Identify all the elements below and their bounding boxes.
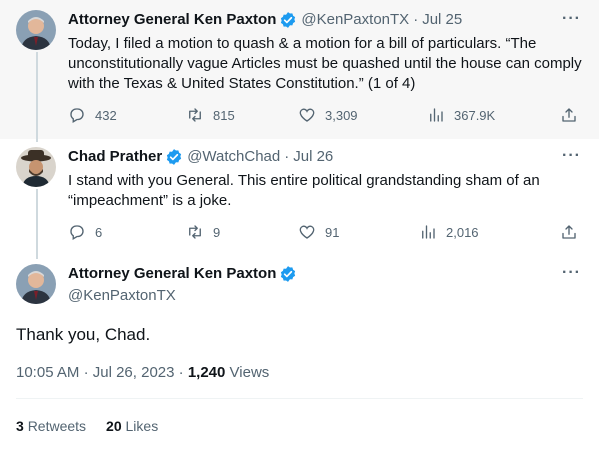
engagement-stats: 3 Retweets 20 Likes bbox=[16, 418, 158, 434]
reply-count: 6 bbox=[95, 224, 103, 240]
views-count: 1,240 bbox=[187, 364, 226, 381]
tweet-date[interactable]: Jul 26 bbox=[293, 147, 333, 167]
views-button[interactable]: 2,016 bbox=[419, 223, 479, 241]
retweets-stat[interactable]: 3 Retweets bbox=[16, 418, 86, 434]
author-handle[interactable]: @KenPaxtonTX bbox=[68, 287, 176, 304]
avatar-chad-prather[interactable] bbox=[16, 147, 56, 187]
tweet1-header: Attorney General Ken Paxton @KenPaxtonTX… bbox=[68, 10, 462, 30]
likes-label: Likes bbox=[125, 418, 159, 434]
view-count: 2,016 bbox=[446, 224, 479, 240]
share-icon bbox=[562, 108, 576, 122]
like-button[interactable]: 91 bbox=[298, 223, 339, 241]
share-button[interactable] bbox=[560, 106, 587, 124]
tweet-timestamp: 10:05 AM · Jul 26, 2023 · 1,240 Views bbox=[16, 364, 269, 381]
views-icon bbox=[430, 108, 443, 122]
verified-badge-icon bbox=[167, 149, 182, 165]
main-tweet-header: Attorney General Ken Paxton bbox=[68, 264, 301, 284]
reply-count: 432 bbox=[95, 107, 117, 123]
retweet-icon bbox=[189, 225, 201, 239]
separator-dot: · bbox=[413, 11, 419, 28]
retweets-label: Retweets bbox=[27, 418, 87, 434]
retweet-icon bbox=[189, 108, 201, 122]
tweet1-actions: 432 815 3,309 367.9K bbox=[68, 106, 583, 126]
author-handle[interactable]: @WatchChad bbox=[187, 147, 280, 167]
thread-connector-line bbox=[36, 189, 38, 259]
conversation-thread: Attorney General Ken Paxton @KenPaxtonTX… bbox=[0, 0, 599, 449]
separator-dot: · bbox=[284, 148, 290, 165]
likes-stat[interactable]: 20 Likes bbox=[106, 418, 158, 434]
main-tweet-text: Thank you, Chad. bbox=[16, 325, 151, 344]
more-icon[interactable]: ··· bbox=[562, 264, 581, 282]
reply-button[interactable]: 6 bbox=[68, 223, 102, 241]
views-label: Views bbox=[229, 364, 270, 381]
heart-icon bbox=[299, 108, 315, 122]
reply-icon bbox=[70, 108, 84, 123]
heart-icon bbox=[299, 225, 315, 239]
author-name[interactable]: Attorney General Ken Paxton bbox=[68, 10, 276, 30]
tweet-full-date[interactable]: Jul 26, 2023 bbox=[93, 364, 175, 381]
verified-badge-icon bbox=[281, 266, 296, 282]
verified-badge-icon bbox=[281, 12, 296, 28]
tweet-text: Today, I filed a motion to quash & a mot… bbox=[68, 35, 582, 92]
like-count: 91 bbox=[325, 224, 340, 240]
tweet-text: I stand with you General. This entire po… bbox=[68, 172, 540, 209]
like-count: 3,309 bbox=[325, 107, 358, 123]
retweet-button[interactable]: 815 bbox=[186, 106, 235, 124]
author-name[interactable]: Attorney General Ken Paxton bbox=[68, 264, 276, 284]
views-icon bbox=[422, 225, 435, 239]
divider bbox=[16, 398, 583, 399]
views-button[interactable]: 367.9K bbox=[427, 106, 495, 124]
tweet-date[interactable]: Jul 25 bbox=[422, 10, 462, 30]
retweet-button[interactable]: 9 bbox=[186, 223, 220, 241]
retweets-count: 3 bbox=[16, 418, 24, 434]
retweet-count: 815 bbox=[213, 107, 235, 123]
avatar-ken-paxton[interactable] bbox=[16, 10, 56, 50]
like-button[interactable]: 3,309 bbox=[298, 106, 358, 124]
tweet2-actions: 6 9 91 2,016 bbox=[68, 223, 583, 243]
reply-icon bbox=[70, 225, 84, 240]
separator-dot: · bbox=[178, 364, 188, 381]
author-name[interactable]: Chad Prather bbox=[68, 147, 162, 167]
retweet-count: 9 bbox=[213, 224, 221, 240]
view-count: 367.9K bbox=[454, 107, 496, 123]
author-handle[interactable]: @KenPaxtonTX bbox=[301, 10, 409, 30]
share-icon bbox=[562, 225, 576, 239]
tweet2-header: Chad Prather @WatchChad · Jul 26 bbox=[68, 147, 333, 167]
more-icon[interactable]: ··· bbox=[562, 10, 581, 28]
tweet-time[interactable]: 10:05 AM bbox=[16, 364, 79, 381]
reply-button[interactable]: 432 bbox=[68, 106, 117, 124]
thread-connector-line bbox=[36, 52, 38, 142]
share-button[interactable] bbox=[560, 223, 587, 241]
more-icon[interactable]: ··· bbox=[562, 147, 581, 165]
separator-dot: · bbox=[83, 364, 93, 381]
likes-count: 20 bbox=[106, 418, 122, 434]
avatar-ken-paxton[interactable] bbox=[16, 264, 56, 304]
